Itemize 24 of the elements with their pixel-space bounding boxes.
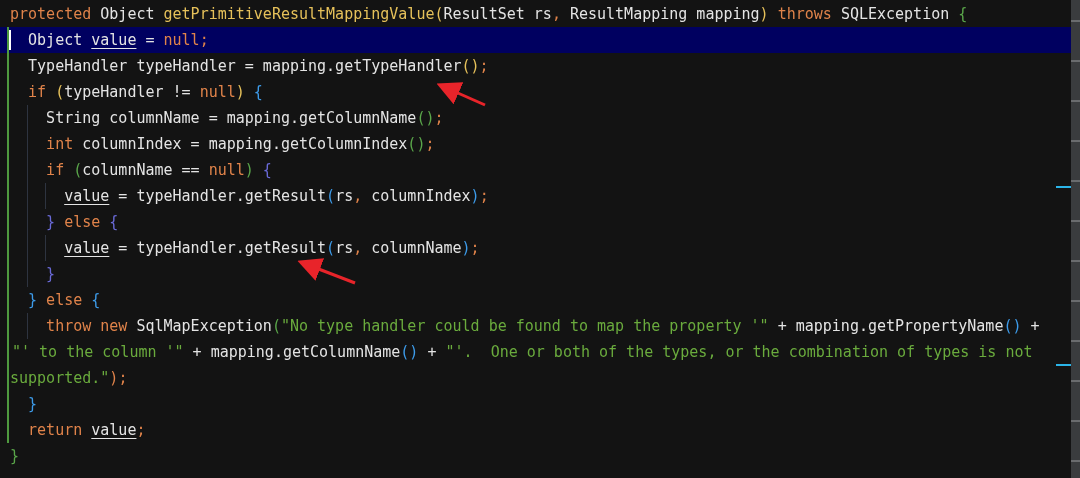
code-line: } xyxy=(10,446,20,467)
code-line: value = typeHandler.getResult(rs, columnIndex); xyxy=(63,186,489,207)
code-line: } else { xyxy=(27,290,101,311)
text-caret xyxy=(9,30,11,50)
code-line: if (columnName == null) { xyxy=(45,160,272,181)
code-line: Object value = null; xyxy=(27,30,209,51)
code-line: throw new SqlMapException("No type handler could be found to map the property '" + mapping.getPropertyName() + xyxy=(45,316,1040,337)
code-line: if (typeHandler != null) { xyxy=(27,82,263,103)
code-line: } xyxy=(45,264,56,285)
change-marker xyxy=(1056,186,1071,188)
code-line: protected Object getPrimitiveResultMappingValue(ResultSet rs, ResultMapping mapping) throws SQLException { xyxy=(10,4,968,25)
code-line: supported."); xyxy=(10,368,128,389)
arrow xyxy=(297,258,356,285)
code-line: } xyxy=(27,394,38,415)
change-marker xyxy=(1056,364,1071,366)
code-line: "' to the column '" + mapping.getColumnName() + "'. One or both of the types, or the combination of types is not xyxy=(12,342,1033,363)
code-line: } else { xyxy=(45,212,119,233)
code-line: String columnName = mapping.getColumnName(); xyxy=(45,108,444,129)
code-line: int columnIndex = mapping.getColumnIndex(); xyxy=(45,134,435,155)
code-line: TypeHandler typeHandler = mapping.getTypeHandler(); xyxy=(27,56,489,77)
arrow xyxy=(436,82,486,107)
code-line: return value; xyxy=(27,420,146,441)
scrollbar[interactable] xyxy=(1071,0,1080,478)
code-line: value = typeHandler.getResult(rs, columnName); xyxy=(63,238,480,259)
